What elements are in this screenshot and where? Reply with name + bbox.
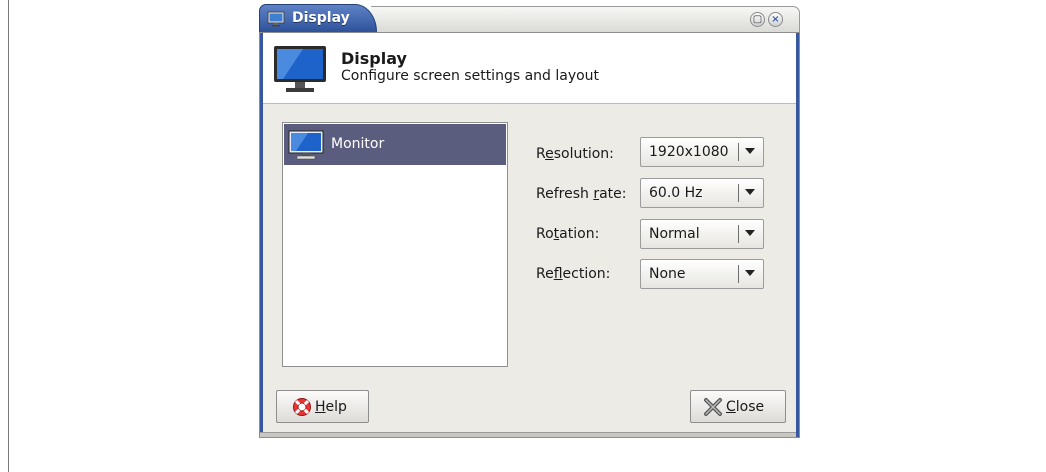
close-window-button[interactable]: ×: [768, 12, 783, 27]
close-icon: ×: [771, 13, 780, 25]
resolution-combo[interactable]: 1920x1080: [640, 137, 764, 167]
title-bar[interactable]: Display ▢ ×: [259, 4, 800, 34]
dropdown-arrow-icon: [745, 189, 755, 195]
title-tab[interactable]: Display: [259, 4, 377, 32]
list-item-monitor[interactable]: Monitor: [284, 124, 506, 165]
desktop-edge: [8, 0, 9, 472]
header-subtitle: Configure screen settings and layout: [341, 68, 600, 84]
display-dialog: Display ▢ × Display Configure screen set…: [259, 4, 800, 438]
display-icon: [267, 11, 285, 27]
reflection-label: Reflection:: [536, 266, 611, 282]
dropdown-arrow-icon: [745, 148, 755, 154]
close-label: Close: [726, 398, 765, 415]
rotation-label: Rotation:: [536, 226, 600, 242]
monitor-icon: [288, 130, 324, 160]
resolution-value: 1920x1080: [649, 144, 729, 160]
dialog-body: Display Configure screen settings and la…: [259, 32, 800, 438]
output-list[interactable]: Monitor: [282, 122, 508, 367]
header-title: Display: [341, 49, 407, 68]
list-item-label: Monitor: [331, 136, 385, 152]
maximize-button[interactable]: ▢: [750, 12, 765, 27]
dropdown-arrow-icon: [745, 270, 755, 276]
refresh-rate-combo[interactable]: 60.0 Hz: [640, 178, 764, 208]
help-label: Help: [315, 398, 347, 415]
rotation-value: Normal: [649, 226, 700, 242]
maximize-icon: ▢: [752, 13, 763, 25]
window-title: Display: [292, 10, 350, 26]
resolution-label: Resolution:: [536, 146, 614, 162]
close-x-icon: [704, 397, 722, 416]
rotation-combo[interactable]: Normal: [640, 219, 764, 249]
display-monitor-icon: [274, 46, 326, 92]
dropdown-arrow-icon: [745, 230, 755, 236]
refresh-rate-value: 60.0 Hz: [649, 185, 703, 201]
reflection-combo[interactable]: None: [640, 259, 764, 289]
lifebuoy-icon: [293, 397, 311, 416]
close-button[interactable]: Close: [690, 390, 786, 423]
help-button[interactable]: Help: [276, 390, 369, 423]
dialog-header: Display Configure screen settings and la…: [263, 33, 796, 104]
reflection-value: None: [649, 266, 686, 282]
refresh-rate-label: Refresh rate:: [536, 186, 627, 202]
